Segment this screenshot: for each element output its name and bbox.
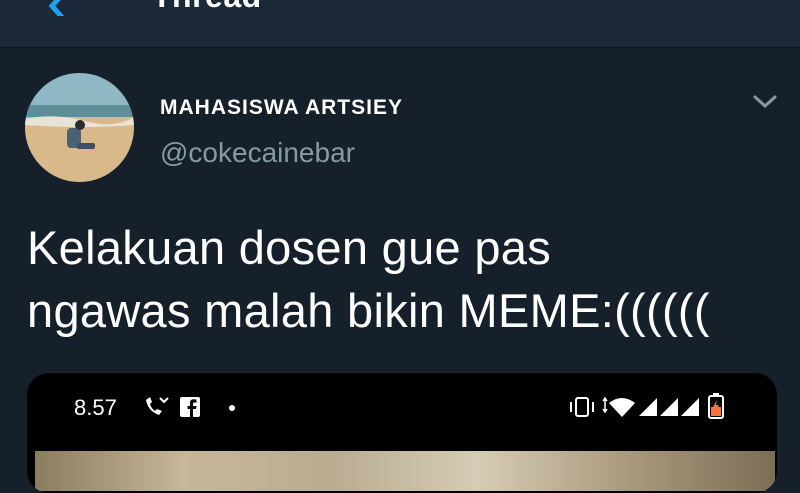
user-handle[interactable]: @cokecainebar	[160, 137, 355, 169]
media-screenshot[interactable]: 8.57	[27, 373, 777, 493]
display-name[interactable]: MAHASISWA ARTSIEY	[160, 96, 403, 120]
battery-icon	[708, 393, 724, 419]
media-image-preview	[35, 451, 775, 491]
vibrate-icon	[570, 397, 594, 417]
status-time: 8.57	[74, 395, 117, 420]
tweet-text-line: Kelakuan dosen gue pas	[27, 221, 552, 274]
tweet-text: Kelakuan dosen gue pas ngawas malah biki…	[27, 216, 787, 342]
wifi-icon	[602, 397, 635, 417]
tweet-text-line: ngawas malah bikin MEME:((((((	[27, 284, 710, 337]
phone-missed-icon	[146, 397, 169, 415]
top-bar: Thread	[0, 0, 800, 48]
chevron-down-icon[interactable]	[752, 93, 778, 111]
avatar[interactable]	[25, 73, 134, 182]
notification-dot-icon	[229, 405, 235, 411]
page-title: Thread	[152, 0, 262, 15]
signal-icon	[639, 398, 699, 416]
facebook-icon	[180, 397, 200, 417]
back-arrow-icon[interactable]	[38, 0, 78, 16]
